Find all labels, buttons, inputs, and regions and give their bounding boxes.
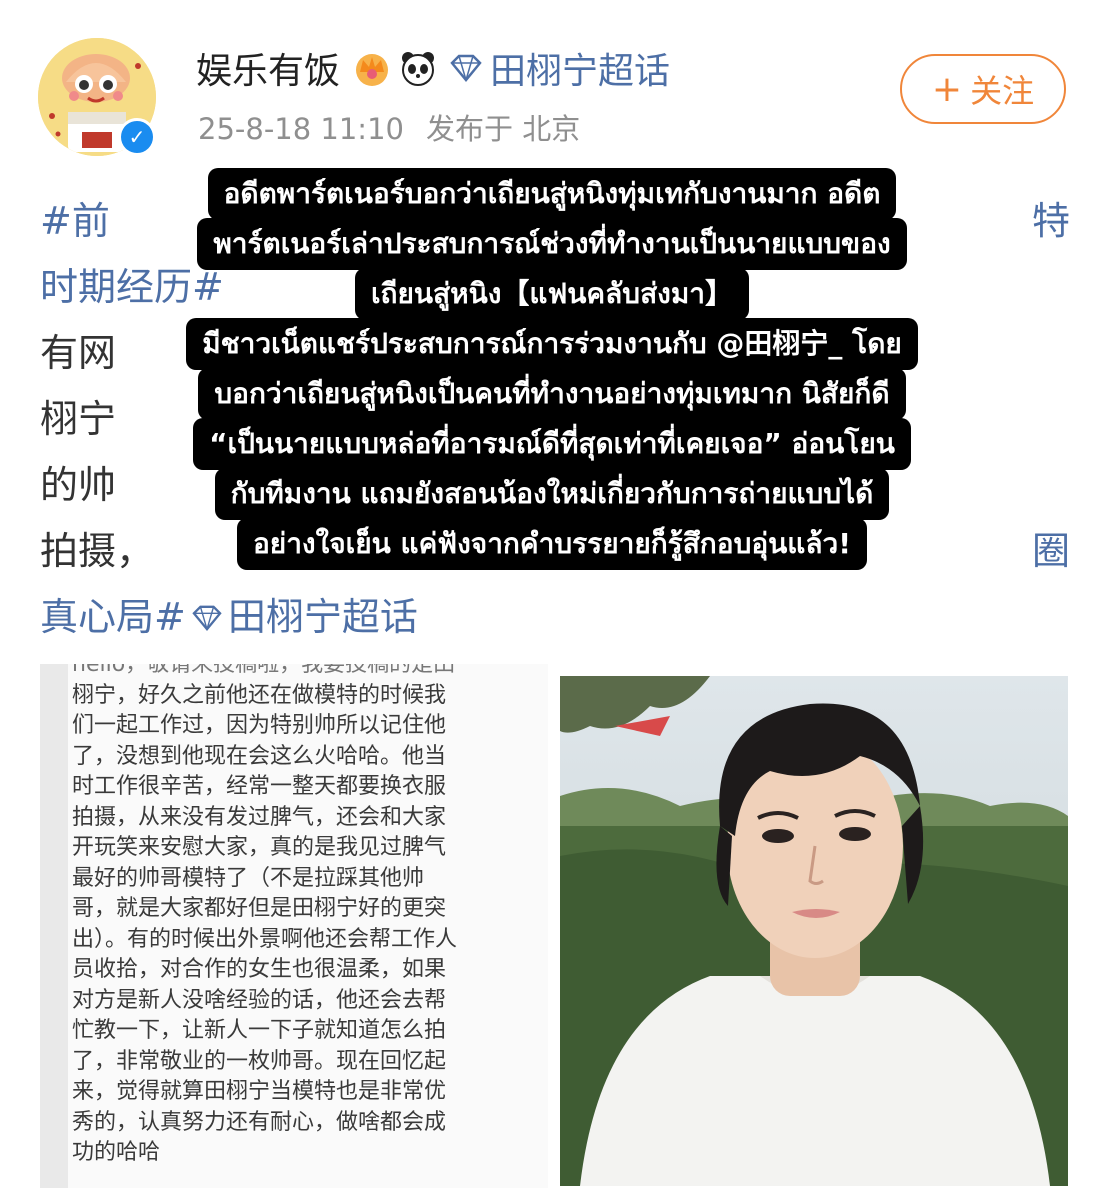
caption-line: มีชาวเน็ตแชร์ประสบการณ์การร่วมงานกับ @田栩… — [186, 318, 918, 370]
screenshot-line: 忙教一下，让新人一下子就知道怎么拍 — [72, 1018, 447, 1043]
hashtag[interactable]: 真心局# — [40, 595, 186, 639]
screenshot-line: 对方是新人没啥经验的话，他还会去帮 — [72, 987, 447, 1013]
attached-image-photo[interactable] — [560, 676, 1068, 1186]
post-line: 真心局# 田栩宁超话 — [40, 584, 1070, 650]
screenshot-line: 最好的帅哥模特了（不是拉踩其他帅 — [72, 865, 425, 891]
screenshot-line: 来，觉得就算田栩宁当模特也是非常优 — [72, 1079, 447, 1104]
caption-line: “เป็นนายแบบหล่อที่อารมณ์ดีที่สุดเท่าที่เ… — [193, 418, 911, 470]
plus-icon: + — [931, 68, 963, 110]
post-header: 娱乐有饭 田栩宁超话 — [196, 40, 670, 96]
caption-line: อย่างใจเย็น แค่ฟังจากคำบรรยายก็รู้สึกอบอ… — [236, 518, 868, 570]
weibo-post-screenshot: ✓ 娱乐有饭 田栩宁超话 25-8-18 11:10 发布于 北京 + 关注 #前 — [0, 0, 1104, 1200]
screenshot-line: 开玩笑来安慰大家，真的是我见过脾气 — [72, 835, 447, 860]
username[interactable]: 娱乐有饭 — [196, 42, 340, 94]
panda-icon — [402, 52, 435, 86]
follow-label: 关注 — [970, 72, 1035, 110]
screenshot-line: 时工作很辛苦，经常一整天都要换衣服 — [72, 774, 447, 799]
screenshot-line: 出）。有的时候出外景啊他还会帮工作人 — [72, 926, 458, 952]
post-location: 发布于 北京 — [425, 112, 581, 146]
screenshot-line: 员收拾，对合作的女生也很温柔，如果 — [72, 957, 447, 982]
screenshot-line: 了，非常敬业的一枚帅哥。现在回忆起 — [72, 1048, 447, 1074]
attached-image-text[interactable]: hello，敬请来投稿啦，我要投稿的是田栩宁，好久之前他还在做模特的时候我 们一起… — [40, 664, 548, 1188]
follow-button[interactable]: + 关注 — [900, 54, 1066, 124]
portrait-photo — [560, 676, 1068, 1186]
screenshot-line: 们一起工作过，因为特别帅所以记住他 — [72, 713, 447, 738]
screenshot-line: 秀的，认真努力还有耐心，做啥都会成 — [72, 1109, 447, 1135]
diamond-icon — [192, 605, 222, 632]
topic-link[interactable]: 田栩宁超话 — [490, 42, 670, 94]
screenshot-line: hello，敬请来投稿啦，我要投稿的是田 — [72, 664, 456, 677]
post-meta: 25-8-18 11:10 发布于 北京 — [198, 106, 580, 148]
screenshot-line: 功的哈哈 — [72, 1140, 161, 1165]
crown-icon — [356, 54, 389, 86]
translation-caption: อดีตพาร์ตเนอร์บอกว่าเถียนสู่หนิงทุ่มเทกั… — [0, 168, 1104, 570]
screenshot-line: 了，没想到他现在会这么火哈哈。他当 — [72, 743, 447, 769]
caption-line: บอกว่าเถียนสู่หนิงเป็นคนที่ทำงานอย่างทุ่… — [198, 368, 906, 420]
caption-line: เถียนสู่หนิง【แฟนคลับส่งมา】 — [354, 268, 750, 320]
screenshot-text: hello，敬请来投稿啦，我要投稿的是田栩宁，好久之前他还在做模特的时候我 们一起… — [72, 664, 542, 1169]
caption-line: อดีตพาร์ตเนอร์บอกว่าเถียนสู่หนิงทุ่มเทกั… — [207, 168, 897, 220]
screenshot-line: 哥，就是大家都好但是田栩宁好的更突 — [72, 896, 447, 921]
screenshot-line: 拍摄，从来没有发过脾气，还会和大家 — [72, 804, 447, 830]
caption-line: พาร์ตเนอร์เล่าประสบการณ์ช่วงที่ทำงานเป็น… — [197, 218, 907, 270]
verified-icon: ✓ — [118, 118, 156, 156]
topic-link[interactable]: 田栩宁超话 — [228, 595, 418, 639]
caption-line: กับทีมงาน แถมยังสอนน้องใหม่เกี่ยวกับการถ… — [214, 468, 890, 520]
post-date: 25-8-18 11:10 — [198, 112, 404, 146]
diamond-icon — [450, 54, 482, 82]
image-edge — [40, 664, 68, 1188]
screenshot-line: 栩宁，好久之前他还在做模特的时候我 — [72, 682, 447, 708]
